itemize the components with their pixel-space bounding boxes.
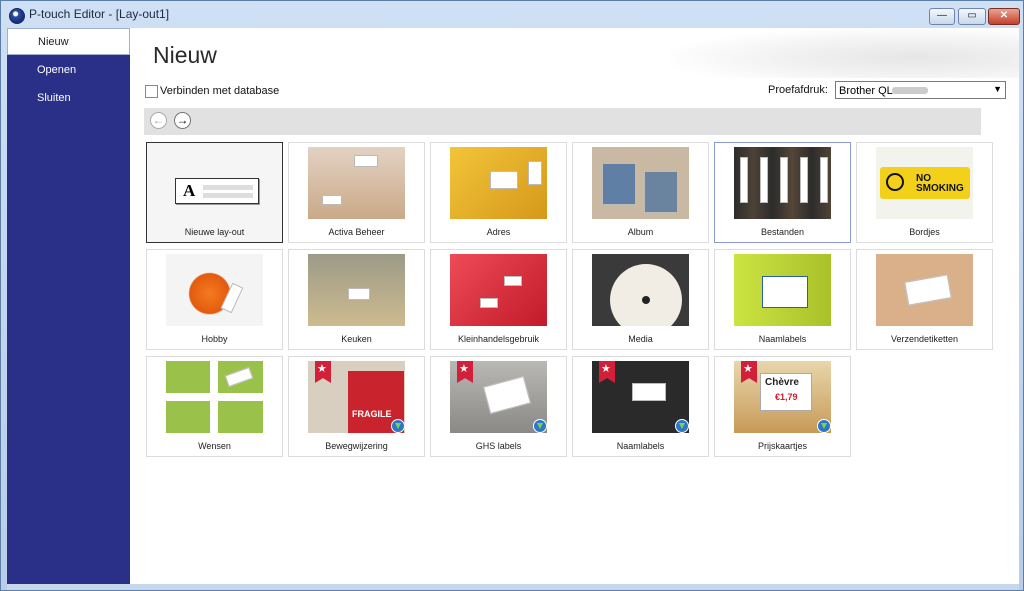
template-tile-signs[interactable]: NO SMOKING Bordjes xyxy=(856,142,993,243)
download-icon xyxy=(817,419,831,433)
app-window: P-touch Editor - [Lay-out1] — ▭ ✕ Nieuw … xyxy=(0,0,1024,591)
proof-print-label: Proefafdruk: xyxy=(768,84,828,96)
star-ribbon-icon xyxy=(457,361,473,383)
download-icon xyxy=(391,419,405,433)
ghs-thumbnail xyxy=(450,361,547,433)
template-tile-retail[interactable]: Kleinhandelsgebruik xyxy=(430,249,567,350)
printer-select[interactable]: Brother QL ▼ xyxy=(835,81,1006,99)
template-tile-media[interactable]: Media xyxy=(572,249,709,350)
template-label: Naamlabels xyxy=(758,334,807,344)
status-bar xyxy=(7,584,1019,590)
envelopes-thumbnail xyxy=(450,147,547,219)
template-tile-asset[interactable]: Activa Beheer xyxy=(288,142,425,243)
boxes-thumbnail xyxy=(308,147,405,219)
template-tile-new-layout[interactable]: A Nieuwe lay-out xyxy=(146,142,283,243)
retail-bins-thumbnail xyxy=(450,254,547,326)
template-label: Adres xyxy=(486,227,511,237)
template-label: Prijskaartjes xyxy=(757,441,807,451)
connect-database-checkbox[interactable] xyxy=(145,85,158,98)
sidebar-item-label: Openen xyxy=(37,64,77,76)
window-title: P-touch Editor - [Lay-out1] xyxy=(29,7,170,21)
printer-model-redacted xyxy=(892,87,928,94)
sidebar-item-label: Nieuw xyxy=(38,36,69,48)
ptouch-app-icon xyxy=(9,8,25,24)
template-label: Kleinhandelsgebruik xyxy=(457,334,540,344)
download-icon xyxy=(533,419,547,433)
fragile-box-thumbnail: FRAGILE xyxy=(308,361,405,433)
arrow-right-icon[interactable]: → xyxy=(174,112,191,129)
price-tag-thumbnail: Chèvre €1,79 xyxy=(734,361,831,433)
template-label: Keuken xyxy=(341,334,372,344)
arrow-left-icon[interactable]: ← xyxy=(150,112,167,129)
new-layout-thumbnail: A xyxy=(166,147,263,219)
chevron-down-icon: ▼ xyxy=(993,84,1002,94)
star-ribbon-icon xyxy=(315,361,331,383)
header-banner xyxy=(670,28,1019,78)
album-thumbnail xyxy=(592,147,689,219)
template-label: Hobby xyxy=(201,334,228,344)
sidebar-item-sluiten[interactable]: Sluiten xyxy=(7,85,130,112)
title-bar: P-touch Editor - [Lay-out1] — ▭ ✕ xyxy=(1,1,1023,28)
template-tile-files[interactable]: Bestanden xyxy=(714,142,851,243)
connect-database-label: Verbinden met database xyxy=(160,85,280,97)
template-label: Verzendetiketten xyxy=(890,334,959,344)
name-badge-thumbnail xyxy=(592,361,689,433)
star-ribbon-icon xyxy=(741,361,757,383)
disc-thumbnail xyxy=(592,254,689,326)
main-content: Nieuw Verbinden met database Proefafdruk… xyxy=(130,28,1019,584)
template-label: Nieuwe lay-out xyxy=(184,227,245,237)
template-label: Bewegwijzering xyxy=(325,441,388,451)
sidebar-item-openen[interactable]: Openen xyxy=(7,57,130,84)
template-label: Bestanden xyxy=(760,227,805,237)
visitor-badge-thumbnail xyxy=(734,254,831,326)
template-tile-address[interactable]: Adres xyxy=(430,142,567,243)
template-label: Activa Beheer xyxy=(328,227,385,237)
binders-thumbnail xyxy=(734,147,831,219)
template-tile-price-tags[interactable]: Chèvre €1,79 Prijskaartjes xyxy=(714,356,851,457)
sidebar: Nieuw Openen Sluiten xyxy=(7,28,130,584)
template-tile-name-badges[interactable]: Naamlabels xyxy=(714,249,851,350)
pumpkin-thumbnail xyxy=(166,254,263,326)
star-ribbon-icon xyxy=(599,361,615,383)
close-button[interactable]: ✕ xyxy=(988,8,1020,25)
no-smoking-icon xyxy=(886,173,904,191)
template-label: Media xyxy=(628,334,653,344)
download-icon xyxy=(675,419,689,433)
template-label: GHS labels xyxy=(475,441,522,451)
template-tile-name-badges-2[interactable]: Naamlabels xyxy=(572,356,709,457)
template-tile-wishes[interactable]: Wensen xyxy=(146,356,283,457)
template-tile-album[interactable]: Album xyxy=(572,142,709,243)
maximize-button[interactable]: ▭ xyxy=(958,8,986,25)
parcel-thumbnail xyxy=(876,254,973,326)
no-smoking-thumbnail: NO SMOKING xyxy=(876,147,973,219)
template-label: Album xyxy=(627,227,654,237)
category-nav-bar: ← → xyxy=(144,108,981,135)
minimize-button[interactable]: — xyxy=(929,8,955,25)
gift-thumbnail xyxy=(166,361,263,433)
sidebar-item-nieuw[interactable]: Nieuw xyxy=(7,28,130,55)
template-tile-hobby[interactable]: Hobby xyxy=(146,249,283,350)
jars-thumbnail xyxy=(308,254,405,326)
template-tile-ghs[interactable]: GHS labels xyxy=(430,356,567,457)
template-tile-shipping[interactable]: Verzendetiketten xyxy=(856,249,993,350)
sidebar-item-label: Sluiten xyxy=(37,92,71,104)
page-title: Nieuw xyxy=(153,42,217,68)
template-tile-signage[interactable]: FRAGILE Bewegwijzering xyxy=(288,356,425,457)
template-label: Naamlabels xyxy=(616,441,665,451)
template-label: Bordjes xyxy=(909,227,940,237)
template-label: Wensen xyxy=(198,441,231,451)
template-tile-kitchen[interactable]: Keuken xyxy=(288,249,425,350)
printer-select-value: Brother QL xyxy=(839,85,893,97)
